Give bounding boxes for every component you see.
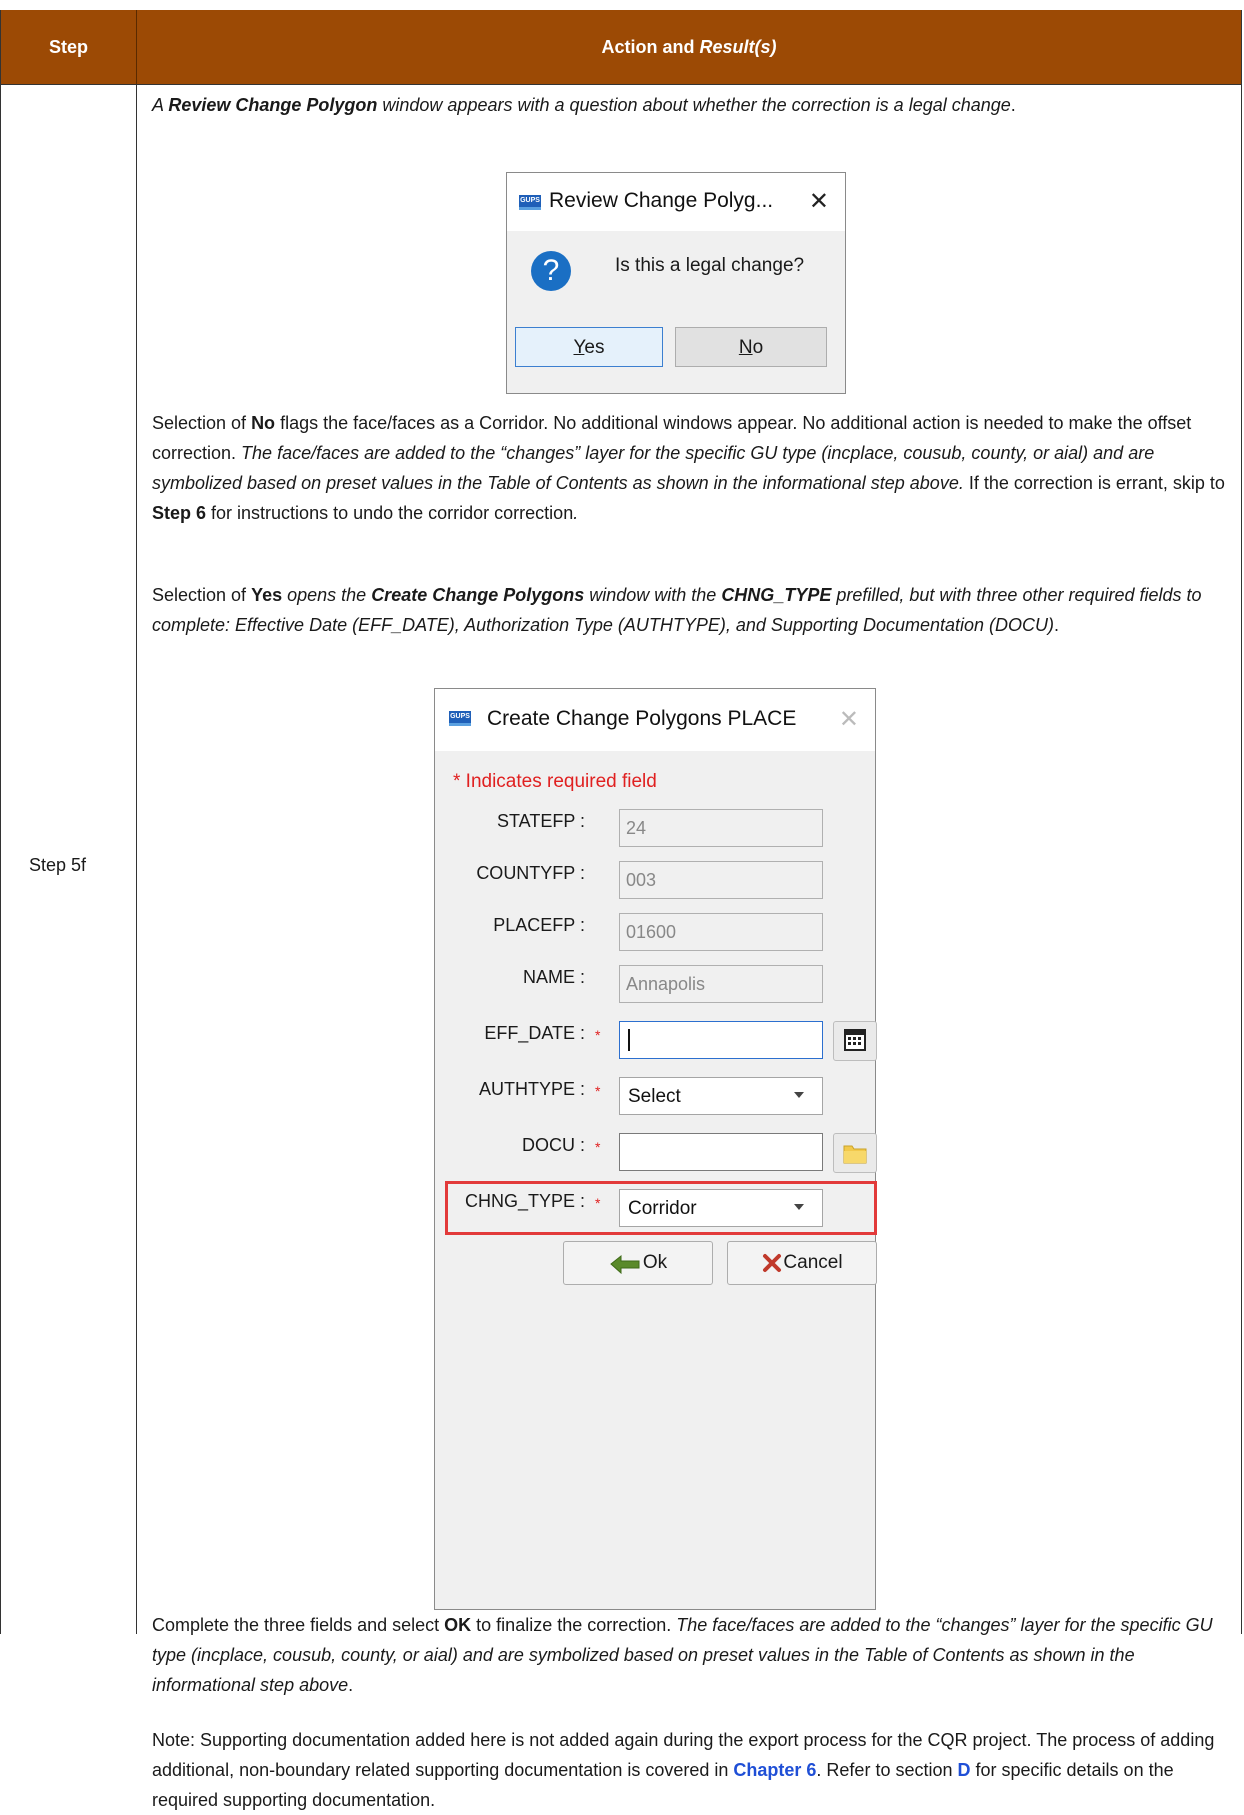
close-icon[interactable]: ✕ (839, 705, 859, 734)
question-icon: ? (531, 251, 571, 291)
text: window appears with a question about whe… (377, 95, 1011, 115)
eff-date-input[interactable] (619, 1021, 823, 1059)
cancel-x-icon (763, 1253, 782, 1272)
step-cell: Step 5f (1, 85, 137, 1634)
text: Selection of (152, 413, 252, 433)
statefp-field: 24 (619, 809, 823, 847)
bold-text: Review Change Polygon (168, 95, 378, 115)
required-field-note: * Indicates required field (453, 771, 657, 792)
text: Complete the three fields and select (152, 1615, 445, 1635)
chng-type-label: CHNG_TYPE : (464, 1191, 585, 1211)
gups-app-icon: GUPS (449, 711, 471, 726)
ok-label: Ok (642, 1252, 668, 1273)
countyfp-field: 003 (619, 861, 823, 899)
chapter-6-link[interactable]: Chapter 6 (733, 1760, 816, 1780)
gups-app-icon: GUPS (519, 195, 541, 210)
text: . (1054, 615, 1060, 635)
ok-arrow-icon (610, 1254, 640, 1275)
create-change-polygons-dialog: GUPS Create Change Polygons PLACE ✕ * In… (434, 688, 877, 1610)
placefp-label: PLACEFP : (493, 915, 585, 935)
required-star: * (595, 1027, 601, 1043)
calendar-button[interactable] (833, 1021, 877, 1061)
yes-button[interactable]: Yes (515, 327, 663, 367)
authtype-select[interactable]: Select (619, 1077, 823, 1115)
no-button[interactable]: No (675, 327, 827, 367)
action-cell: A Review Change Polygon window appears w… (152, 75, 1228, 1810)
paragraph-note: Note: Supporting documentation added her… (152, 1725, 1228, 1815)
text: to finalize the correction. (471, 1615, 677, 1635)
paragraph-yes: Selection of Yes opens the Create Change… (152, 580, 1228, 640)
header-step: Step (1, 10, 137, 84)
cancel-label: Cancel (783, 1252, 843, 1273)
step-label: Step 5f (29, 855, 87, 875)
statefp-label: STATEFP : (496, 811, 585, 831)
close-icon[interactable]: ✕ (809, 187, 829, 216)
placefp-field: 01600 (619, 913, 823, 951)
italic-text: . (573, 503, 579, 523)
text: . Refer to section (816, 1760, 958, 1780)
text: If the correction is errant, skip to (963, 473, 1225, 493)
dialog-title: Create Change Polygons PLACE (487, 707, 797, 730)
paragraph-complete: Complete the three fields and select OK … (152, 1610, 1228, 1700)
text: . (348, 1675, 354, 1695)
bold-italic-text: CHNG_TYPE (721, 585, 832, 605)
text: Selection of (152, 585, 252, 605)
text-caret (628, 1029, 630, 1051)
eff-date-label: EFF_DATE : (484, 1023, 585, 1043)
text: A (152, 95, 169, 115)
required-star: * (595, 1083, 601, 1099)
ok-button[interactable]: Ok (563, 1241, 713, 1285)
calendar-icon (844, 1029, 866, 1051)
paragraph-no: Selection of No flags the face/faces as … (152, 408, 1228, 528)
yes-mnemonic: Y (573, 337, 585, 358)
text: . (1010, 95, 1016, 115)
docu-label: DOCU : (522, 1135, 585, 1155)
required-star: * (595, 1195, 601, 1211)
bold-text: OK (444, 1615, 472, 1635)
table-header: Step Action and Result(s) (1, 10, 1241, 85)
required-star: * (595, 1139, 601, 1155)
header-action-text: Action and (601, 37, 700, 57)
paragraph-intro: A Review Change Polygon window appears w… (152, 90, 1228, 120)
browse-folder-button[interactable] (833, 1133, 877, 1173)
no-mnemonic: N (738, 337, 753, 358)
authtype-selected: Select (628, 1086, 681, 1107)
dialog-message: Is this a legal change? (615, 255, 805, 276)
bold-text: Step 6 (152, 503, 207, 523)
bold-text: No (251, 413, 276, 433)
folder-icon (843, 1145, 867, 1164)
chevron-down-icon (794, 1204, 804, 1210)
header-action-italic: Result(s) (699, 37, 777, 57)
italic-text: opens the (282, 585, 372, 605)
section-d-link[interactable]: D (958, 1760, 971, 1780)
no-label: o (752, 337, 764, 358)
header-action: Action and Result(s) (137, 10, 1241, 84)
name-field: Annapolis (619, 965, 823, 1003)
chevron-down-icon (794, 1092, 804, 1098)
docu-input[interactable] (619, 1133, 823, 1171)
countyfp-label: COUNTYFP : (476, 863, 585, 883)
authtype-label: AUTHTYPE : (478, 1079, 585, 1099)
cancel-button[interactable]: Cancel (727, 1241, 877, 1285)
chng-type-select[interactable]: Corridor (619, 1189, 823, 1227)
bold-italic-text: Create Change Polygons (371, 585, 585, 605)
text: for instructions to undo the corridor co… (206, 503, 574, 523)
chng-type-selected: Corridor (628, 1198, 697, 1219)
dialog-title: Review Change Polyg... (549, 189, 774, 212)
bold-text: Yes (251, 585, 283, 605)
dialog-titlebar: GUPS Review Change Polyg... ✕ (507, 173, 845, 231)
dialog-titlebar: GUPS Create Change Polygons PLACE ✕ (435, 689, 875, 751)
yes-label: es (584, 337, 605, 358)
review-change-polygon-dialog: GUPS Review Change Polyg... ✕ ? Is this … (506, 172, 846, 394)
name-label: NAME : (522, 967, 585, 987)
italic-text: window with the (584, 585, 722, 605)
